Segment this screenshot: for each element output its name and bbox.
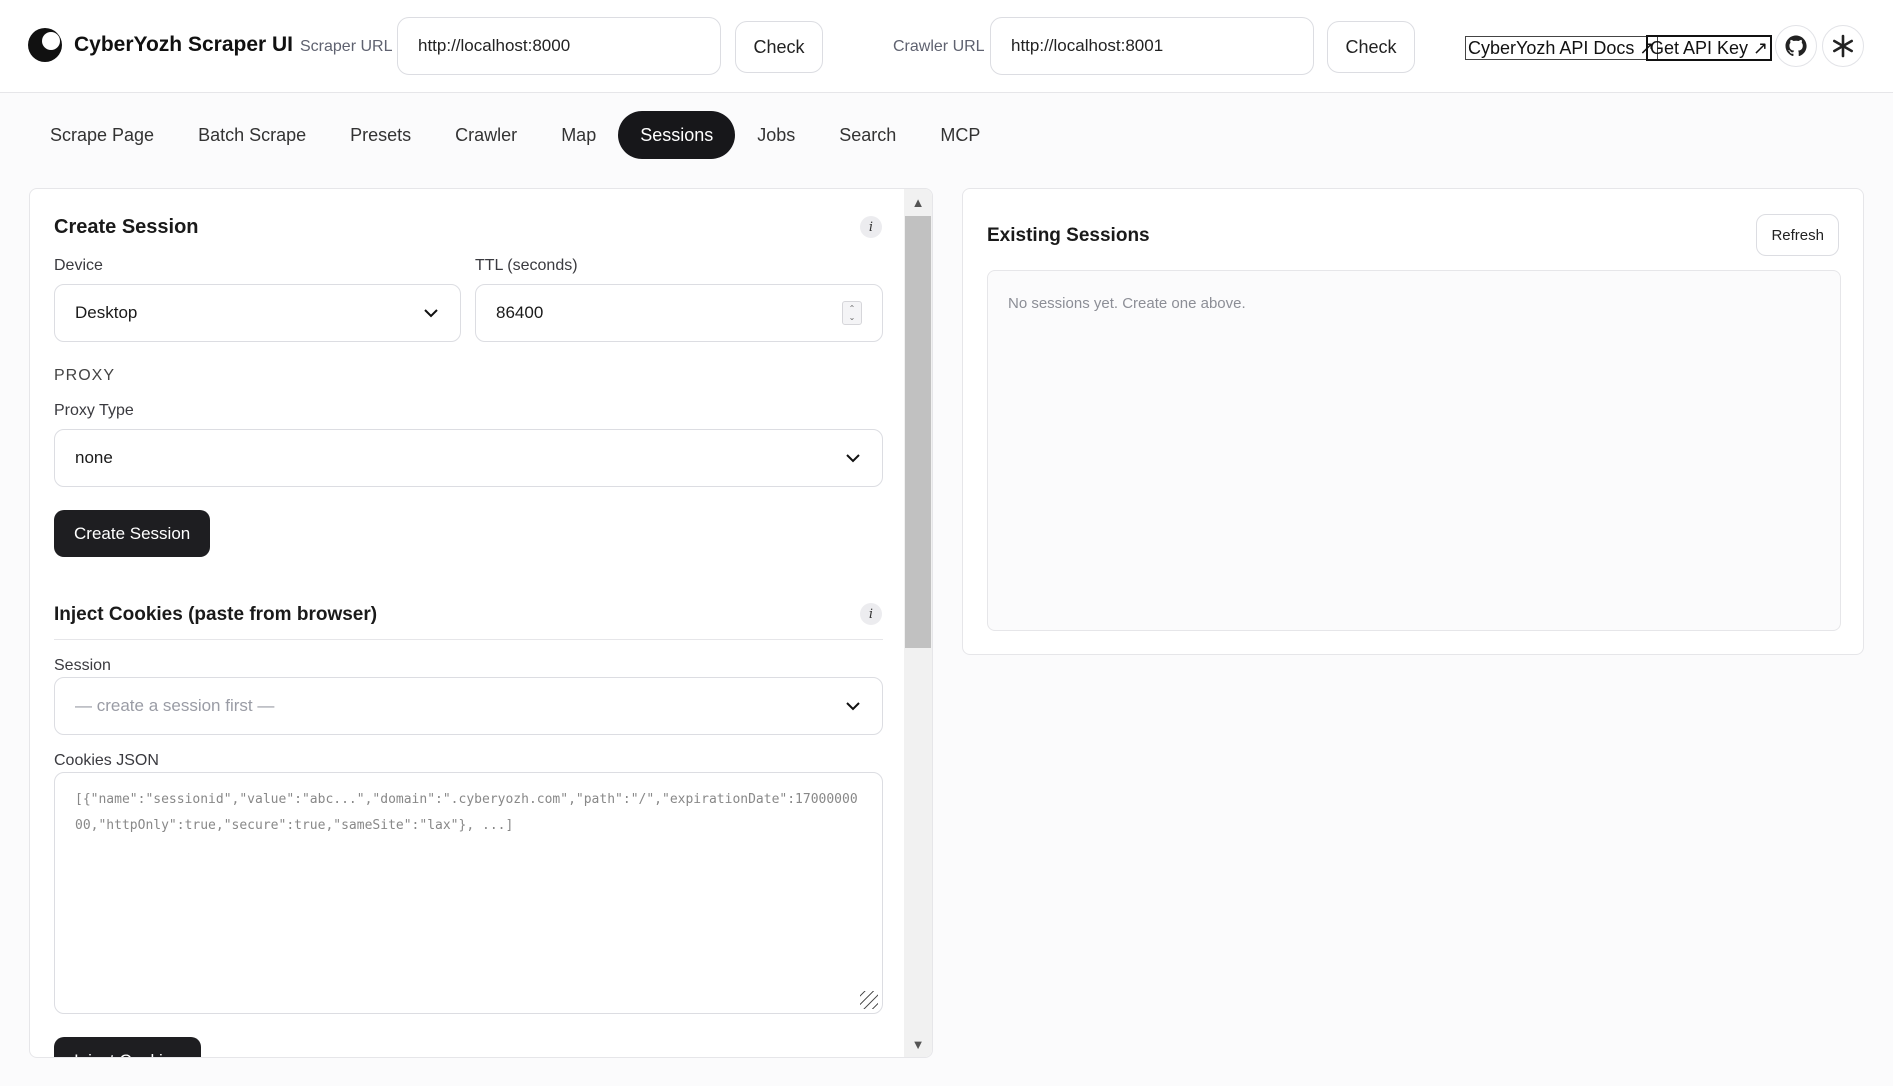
tab-map[interactable]: Map bbox=[539, 111, 618, 159]
session-select[interactable]: — create a session first — bbox=[54, 677, 883, 735]
session-select-placeholder: — create a session first — bbox=[75, 696, 275, 715]
api-docs-link[interactable]: CyberYozh API Docs ↗ bbox=[1465, 36, 1658, 60]
sessions-list: No sessions yet. Create one above. bbox=[987, 270, 1841, 631]
scroll-up-icon[interactable]: ▲ bbox=[904, 189, 932, 215]
scraper-url-input[interactable] bbox=[397, 17, 721, 75]
tab-crawler[interactable]: Crawler bbox=[433, 111, 539, 159]
crawler-url-label: Crawler URL bbox=[893, 38, 985, 55]
ttl-stepper[interactable]: ⌃ ⌄ bbox=[842, 301, 862, 325]
asterisk-icon bbox=[1832, 34, 1854, 58]
tab-presets[interactable]: Presets bbox=[328, 111, 433, 159]
tab-search[interactable]: Search bbox=[817, 111, 918, 159]
proxy-type-value: none bbox=[75, 448, 113, 467]
create-session-title: Create Session bbox=[54, 216, 199, 238]
tab-scrape-page[interactable]: Scrape Page bbox=[28, 111, 176, 159]
device-label: Device bbox=[54, 257, 103, 274]
info-icon[interactable]: i bbox=[860, 603, 882, 625]
scroll-down-icon[interactable]: ▼ bbox=[904, 1031, 932, 1057]
cookies-json-label: Cookies JSON bbox=[54, 752, 159, 769]
main-tabs: Scrape Page Batch Scrape Presets Crawler… bbox=[28, 111, 1002, 159]
device-value: Desktop bbox=[75, 303, 138, 322]
proxy-type-select[interactable]: none bbox=[54, 429, 883, 487]
crawler-check-button[interactable]: Check bbox=[1327, 21, 1415, 73]
section-divider bbox=[54, 639, 883, 640]
proxy-type-label: Proxy Type bbox=[54, 402, 134, 419]
top-header: CyberYozh Scraper UI Scraper URL Check C… bbox=[0, 0, 1893, 93]
scraper-url-label: Scraper URL bbox=[300, 38, 393, 55]
scroll-thumb[interactable] bbox=[905, 216, 931, 648]
chevron-down-icon bbox=[846, 454, 860, 463]
tab-jobs[interactable]: Jobs bbox=[735, 111, 817, 159]
resize-handle-icon[interactable] bbox=[860, 991, 878, 1009]
github-button[interactable] bbox=[1775, 25, 1817, 67]
existing-sessions-panel: Existing Sessions Refresh No sessions ye… bbox=[962, 188, 1864, 655]
tab-batch-scrape[interactable]: Batch Scrape bbox=[176, 111, 328, 159]
existing-sessions-title: Existing Sessions bbox=[987, 225, 1150, 246]
refresh-button[interactable]: Refresh bbox=[1756, 214, 1839, 256]
stepper-up-icon[interactable]: ⌃ bbox=[849, 304, 856, 313]
scraper-check-button[interactable]: Check bbox=[735, 21, 823, 73]
inject-cookies-title: Inject Cookies (paste from browser) bbox=[54, 604, 378, 625]
session-label: Session bbox=[54, 657, 111, 674]
cookies-json-textarea[interactable]: [{"name":"sessionid","value":"abc...","d… bbox=[54, 772, 883, 1014]
tab-sessions[interactable]: Sessions bbox=[618, 111, 736, 159]
settings-button[interactable] bbox=[1822, 25, 1864, 67]
proxy-section-label: PROXY bbox=[54, 367, 116, 384]
create-session-button[interactable]: Create Session bbox=[54, 510, 211, 557]
sessions-form-panel: Create Session i Device Desktop TTL (sec… bbox=[29, 188, 933, 1058]
ttl-input[interactable]: 86400 ⌃ ⌄ bbox=[475, 284, 883, 342]
chevron-down-icon bbox=[424, 309, 438, 318]
tab-mcp[interactable]: MCP bbox=[918, 111, 1002, 159]
chevron-down-icon bbox=[846, 702, 860, 711]
info-icon[interactable]: i bbox=[860, 216, 882, 238]
device-select[interactable]: Desktop bbox=[54, 284, 461, 342]
cyberyozh-logo-icon bbox=[28, 28, 62, 62]
inject-cookies-button[interactable]: Inject Cookies bbox=[54, 1037, 201, 1057]
brand[interactable]: CyberYozh Scraper UI bbox=[28, 28, 293, 62]
get-api-key-link[interactable]: Get API Key ↗ bbox=[1646, 35, 1773, 61]
empty-state-message: No sessions yet. Create one above. bbox=[1008, 295, 1246, 312]
brand-title: CyberYozh Scraper UI bbox=[74, 33, 294, 56]
panel-scrollbar[interactable]: ▲ ▼ bbox=[904, 189, 932, 1057]
ttl-value: 86400 bbox=[496, 303, 544, 322]
stepper-down-icon[interactable]: ⌄ bbox=[849, 313, 856, 322]
ttl-label: TTL (seconds) bbox=[475, 257, 578, 274]
github-icon bbox=[1785, 35, 1807, 57]
crawler-url-input[interactable] bbox=[990, 17, 1314, 75]
